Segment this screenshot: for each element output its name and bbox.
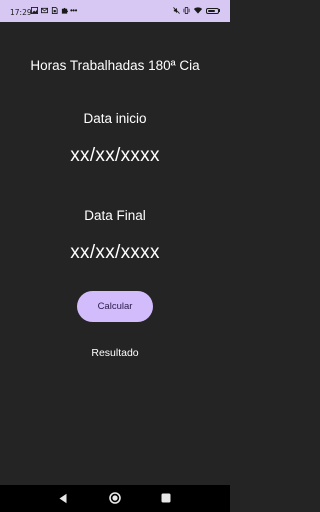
more-notifications-indicator: ••• xyxy=(70,6,77,15)
start-date-field[interactable]: xx/xx/xxxx xyxy=(0,145,230,167)
calculate-button[interactable]: Calcular xyxy=(77,291,153,322)
status-bar: 17:29 ••• xyxy=(0,0,230,22)
navigation-bar xyxy=(0,485,230,512)
mail-icon xyxy=(41,7,48,14)
photo-icon xyxy=(31,7,38,14)
result-text: Resultado xyxy=(91,347,139,359)
battery-tip xyxy=(218,9,220,12)
home-icon[interactable] xyxy=(109,492,121,504)
mute-icon xyxy=(172,7,180,14)
battery-level-fill xyxy=(207,9,215,12)
sim-icon xyxy=(51,7,58,14)
app-screen: 17:29 ••• Horas Trabalhadas 180ª Cia Dat… xyxy=(0,0,230,512)
end-date-label: Data Final xyxy=(84,208,146,223)
puzzle-icon xyxy=(61,7,68,14)
status-right-icons xyxy=(172,7,220,14)
page-title: Horas Trabalhadas 180ª Cia xyxy=(30,58,200,73)
wifi-icon xyxy=(193,7,202,14)
start-date-label: Data inicio xyxy=(83,111,147,126)
status-time: 17:29 xyxy=(10,8,32,17)
end-date-field[interactable]: xx/xx/xxxx xyxy=(0,242,230,264)
vibrate-icon xyxy=(183,7,189,14)
status-left-icons xyxy=(31,7,68,14)
back-icon[interactable] xyxy=(58,493,68,504)
battery-body xyxy=(205,7,219,14)
recents-icon[interactable] xyxy=(161,493,171,503)
battery-icon xyxy=(205,7,220,14)
